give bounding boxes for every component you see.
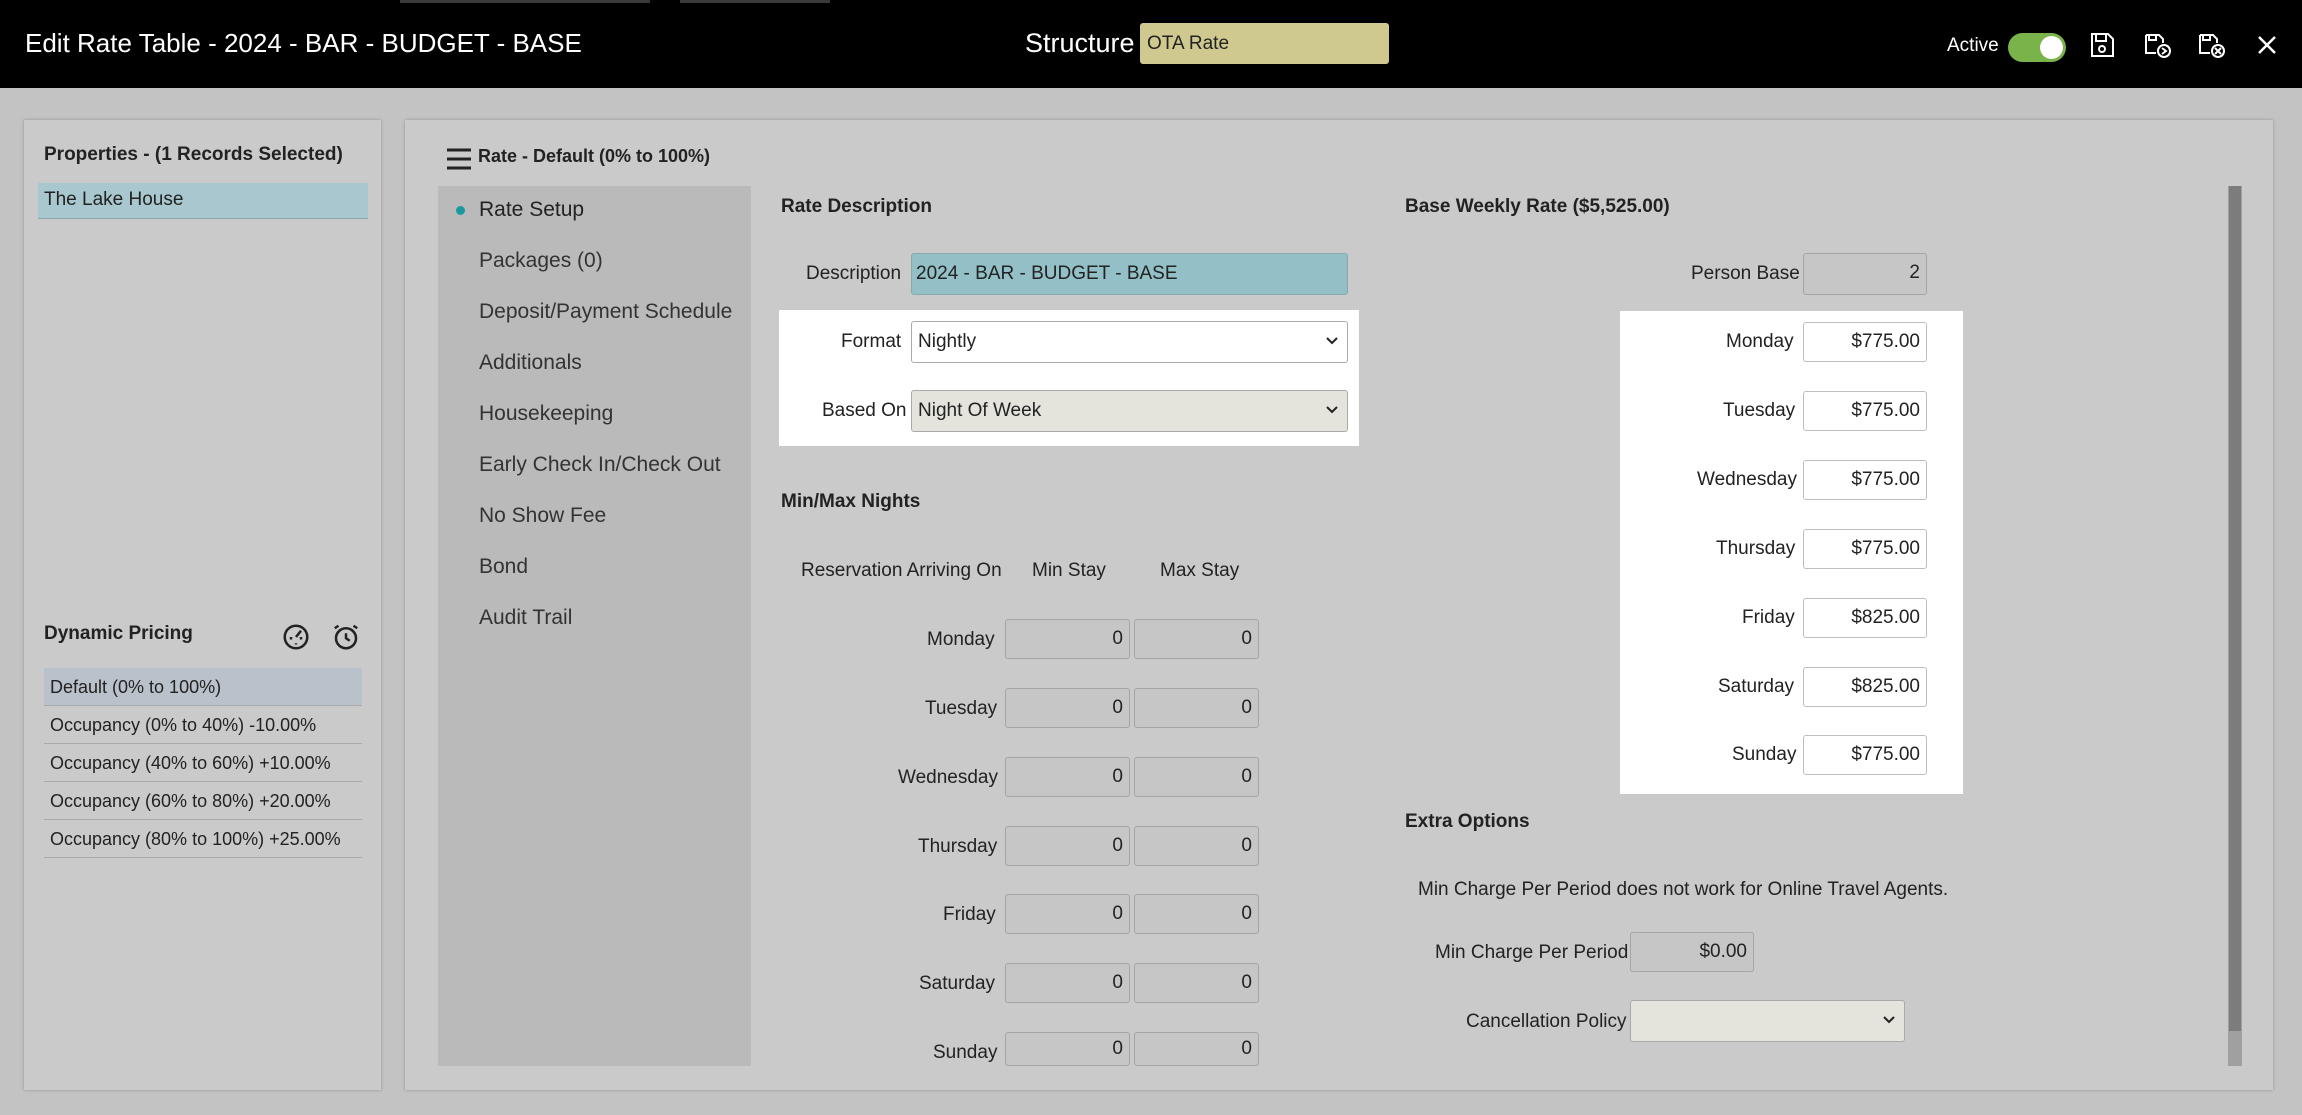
alarm-clock-icon[interactable] xyxy=(331,622,358,650)
dynamic-pricing-row[interactable]: Default (0% to 100%) xyxy=(44,668,362,706)
max-stay-input[interactable]: 0 xyxy=(1134,619,1259,659)
weekly-rate-input[interactable]: $825.00 xyxy=(1803,598,1927,638)
max-stay-input[interactable]: 0 xyxy=(1134,1032,1259,1066)
weekly-day-label: Friday xyxy=(1742,607,1795,628)
weekly-rate-input[interactable]: $775.00 xyxy=(1803,529,1927,569)
properties-heading: Properties - (1 Records Selected) xyxy=(44,144,343,165)
weekly-rate-input[interactable]: $775.00 xyxy=(1803,460,1927,500)
left-panel xyxy=(24,120,381,1090)
ota-note: Min Charge Per Period does not work for … xyxy=(1418,879,1949,900)
structure-label: Structure xyxy=(1025,28,1135,58)
min-stay-input[interactable]: 0 xyxy=(1005,757,1130,797)
max-stay-input[interactable]: 0 xyxy=(1134,688,1259,728)
based-on-value: Night Of Week xyxy=(918,400,1042,421)
menu-no-show-fee[interactable]: No Show Fee xyxy=(479,504,606,528)
minmax-day-label: Thursday xyxy=(918,836,998,857)
minmax-day-label: Monday xyxy=(927,629,995,650)
min-stay-input[interactable]: 0 xyxy=(1005,1032,1130,1066)
weekly-day-label: Sunday xyxy=(1732,744,1797,765)
min-stay-input[interactable]: 0 xyxy=(1005,894,1130,934)
col-max-stay-label: Max Stay xyxy=(1160,560,1240,581)
min-stay-input[interactable]: 0 xyxy=(1005,826,1130,866)
weekly-rate-input[interactable]: $775.00 xyxy=(1803,735,1927,775)
max-stay-input[interactable]: 0 xyxy=(1134,894,1259,934)
dynamic-pricing-row[interactable]: Occupancy (80% to 100%) +25.00% xyxy=(44,820,362,858)
min-stay-input[interactable]: 0 xyxy=(1005,688,1130,728)
dynamic-pricing-heading: Dynamic Pricing xyxy=(44,623,193,644)
title-bar: Edit Rate Table - 2024 - BAR - BUDGET - … xyxy=(0,0,2302,88)
weekly-rate-input[interactable]: $775.00 xyxy=(1803,391,1927,431)
menu-rate-setup[interactable]: Rate Setup xyxy=(479,198,584,222)
cancellation-policy-label: Cancellation Policy xyxy=(1466,1011,1627,1032)
description-input[interactable]: 2024 - BAR - BUDGET - BASE xyxy=(911,253,1348,295)
max-stay-input[interactable]: 0 xyxy=(1134,826,1259,866)
rate-submenu: Rate Setup Packages (0) Deposit/Payment … xyxy=(438,186,751,1066)
col-min-stay-label: Min Stay xyxy=(1032,560,1106,581)
weekly-day-label: Monday xyxy=(1726,331,1794,352)
min-stay-input[interactable]: 0 xyxy=(1005,619,1130,659)
title-bar-strip xyxy=(400,0,650,3)
weekly-day-label: Saturday xyxy=(1718,676,1795,697)
window-title: Edit Rate Table - 2024 - BAR - BUDGET - … xyxy=(25,28,582,58)
active-label: Active xyxy=(1947,35,1999,56)
active-toggle[interactable] xyxy=(2008,33,2066,62)
chevron-down-icon xyxy=(1326,406,1338,414)
min-stay-input[interactable]: 0 xyxy=(1005,963,1130,1003)
save-icon[interactable] xyxy=(2087,30,2117,60)
scrollbar-thumb[interactable] xyxy=(2229,186,2241,1031)
menu-additionals[interactable]: Additionals xyxy=(479,351,582,375)
close-icon[interactable] xyxy=(2252,30,2282,60)
person-base-label: Person Base xyxy=(1691,263,1800,284)
menu-packages[interactable]: Packages (0) xyxy=(479,249,603,273)
weekly-rate-input[interactable]: $775.00 xyxy=(1803,322,1927,362)
menu-deposit-payment-schedule[interactable]: Deposit/Payment Schedule xyxy=(479,300,732,324)
menu-bond[interactable]: Bond xyxy=(479,555,528,579)
based-on-select[interactable]: Night Of Week xyxy=(911,390,1348,432)
chevron-down-icon xyxy=(1883,1016,1895,1024)
rate-header: Rate - Default (0% to 100%) xyxy=(478,146,711,166)
minmax-day-label: Saturday xyxy=(919,973,996,994)
extra-options-heading: Extra Options xyxy=(1405,811,1530,832)
dynamic-pricing-row[interactable]: Occupancy (40% to 60%) +10.00% xyxy=(44,744,362,782)
format-select[interactable]: Nightly xyxy=(911,321,1348,363)
save-and-close-icon[interactable] xyxy=(2143,30,2173,60)
format-label: Format xyxy=(841,331,902,352)
chevron-down-icon xyxy=(1326,337,1338,345)
min-charge-label: Min Charge Per Period xyxy=(1435,942,1629,963)
weekly-day-label: Wednesday xyxy=(1697,469,1797,490)
minmax-day-label: Tuesday xyxy=(925,698,998,719)
toggle-knob xyxy=(2040,36,2063,59)
min-charge-input[interactable]: $0.00 xyxy=(1630,932,1754,972)
menu-early-check-in[interactable]: Early Check In/Check Out xyxy=(479,453,721,477)
property-item[interactable]: The Lake House xyxy=(38,183,368,219)
max-stay-input[interactable]: 0 xyxy=(1134,757,1259,797)
weekly-day-label: Thursday xyxy=(1716,538,1796,559)
col-arriving-label: Reservation Arriving On xyxy=(801,560,1002,581)
base-weekly-heading: Base Weekly Rate ($5,525.00) xyxy=(1405,196,1670,217)
minmax-day-label: Friday xyxy=(943,904,996,925)
max-stay-input[interactable]: 0 xyxy=(1134,963,1259,1003)
hamburger-menu-icon[interactable] xyxy=(444,144,471,170)
active-dot-icon xyxy=(456,206,465,215)
minmax-day-label: Wednesday xyxy=(898,767,998,788)
title-bar-strip xyxy=(680,0,830,3)
weekly-day-label: Tuesday xyxy=(1723,400,1796,421)
weekly-rate-input[interactable]: $825.00 xyxy=(1803,667,1927,707)
cancellation-policy-select[interactable] xyxy=(1630,1000,1905,1042)
minmax-day-label: Sunday xyxy=(933,1042,998,1063)
save-and-new-icon[interactable] xyxy=(2197,30,2227,60)
menu-audit-trail[interactable]: Audit Trail xyxy=(479,606,572,630)
based-on-label: Based On xyxy=(822,400,907,421)
person-base-input[interactable]: 2 xyxy=(1803,253,1927,295)
format-value: Nightly xyxy=(918,331,977,352)
gauge-icon[interactable] xyxy=(281,622,309,650)
min-max-heading: Min/Max Nights xyxy=(781,491,921,512)
rate-description-heading: Rate Description xyxy=(781,196,932,217)
structure-input[interactable] xyxy=(1140,23,1389,64)
menu-housekeeping[interactable]: Housekeeping xyxy=(479,402,613,426)
dynamic-pricing-row[interactable]: Occupancy (0% to 40%) -10.00% xyxy=(44,706,362,744)
description-label: Description xyxy=(806,263,902,284)
dynamic-pricing-row[interactable]: Occupancy (60% to 80%) +20.00% xyxy=(44,782,362,820)
